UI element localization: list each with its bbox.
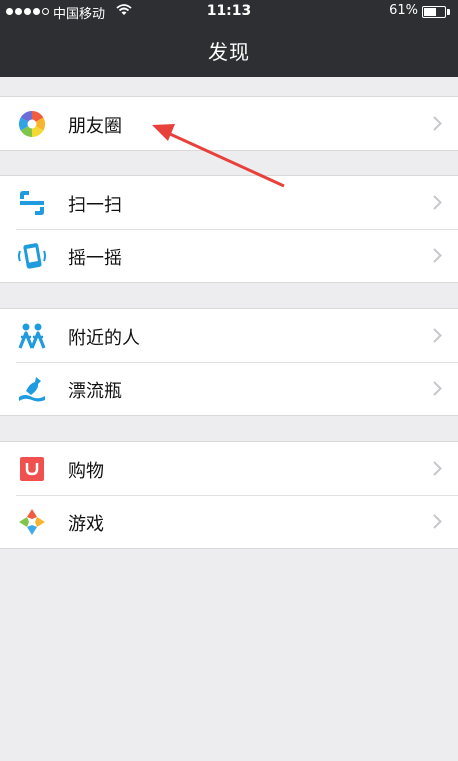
chevron-right-icon xyxy=(433,461,442,476)
chevron-right-icon xyxy=(433,381,442,396)
battery-icon xyxy=(422,6,446,18)
list-item-moments[interactable]: 朋友圈 xyxy=(0,97,458,150)
list-item-label: 摇一摇 xyxy=(68,248,122,269)
list-item-drift-bottle[interactable]: 漂流瓶 xyxy=(0,362,458,415)
list-item-label: 附近的人 xyxy=(68,328,140,349)
battery-percent: 61% xyxy=(389,3,418,18)
scan-icon xyxy=(20,191,44,215)
list-item-scan[interactable]: 扫一扫 xyxy=(0,176,458,229)
list-item-label: 购物 xyxy=(68,461,104,482)
status-bar: 中国移动 11:13 61% xyxy=(0,0,458,24)
list-item-label: 漂流瓶 xyxy=(68,381,122,402)
list-item-label: 游戏 xyxy=(68,514,104,535)
menu-group-shopping-games: 购物 游戏 xyxy=(0,441,458,549)
menu-group-scan-shake: 扫一扫 摇一摇 xyxy=(0,175,458,283)
chevron-right-icon xyxy=(433,248,442,263)
chevron-right-icon xyxy=(433,514,442,529)
list-item-shopping[interactable]: 购物 xyxy=(0,442,458,495)
list-item-label: 朋友圈 xyxy=(68,116,122,137)
chevron-right-icon xyxy=(433,328,442,343)
navigation-bar: 中国移动 11:13 61% 发现 xyxy=(0,0,458,77)
list-item-shake[interactable]: 摇一摇 xyxy=(0,229,458,282)
chevron-right-icon xyxy=(433,195,442,210)
people-nearby-icon xyxy=(18,323,46,349)
chevron-right-icon xyxy=(433,116,442,131)
shopping-icon xyxy=(20,457,44,481)
menu-group-moments: 朋友圈 xyxy=(0,96,458,151)
moments-icon xyxy=(18,110,46,138)
battery-tip xyxy=(447,9,450,15)
battery-fill xyxy=(424,8,436,16)
list-item-people-nearby[interactable]: 附近的人 xyxy=(0,309,458,362)
menu-group-nearby-bottle: 附近的人 漂流瓶 xyxy=(0,308,458,416)
shake-icon xyxy=(18,243,46,269)
list-item-games[interactable]: 游戏 xyxy=(0,495,458,548)
page-title: 发现 xyxy=(208,40,250,64)
drift-bottle-icon xyxy=(19,377,45,402)
games-icon xyxy=(19,509,45,535)
list-item-label: 扫一扫 xyxy=(68,195,122,216)
